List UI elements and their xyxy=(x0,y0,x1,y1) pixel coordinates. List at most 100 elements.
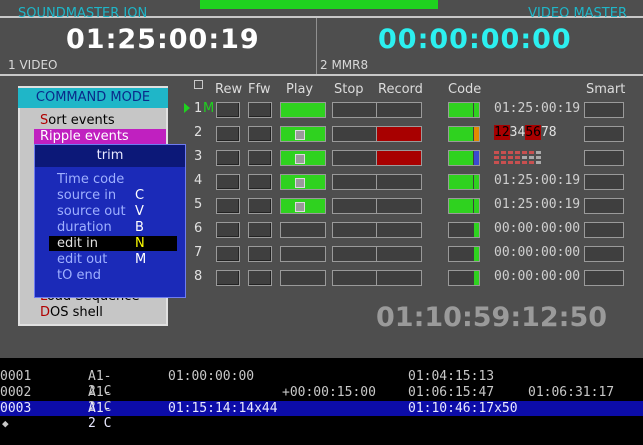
armed-arrow-icon xyxy=(184,103,190,113)
stop-button[interactable] xyxy=(332,222,378,238)
code-status xyxy=(474,103,479,117)
code-indicator xyxy=(448,126,480,142)
record-button[interactable] xyxy=(376,270,422,286)
stop-button[interactable] xyxy=(332,246,378,262)
play-indicator xyxy=(295,130,305,140)
smart-button[interactable] xyxy=(584,198,624,214)
smart-button[interactable] xyxy=(584,126,624,142)
track-number: 4 xyxy=(194,173,203,188)
stop-button[interactable] xyxy=(332,270,378,286)
rew-button[interactable] xyxy=(216,126,240,142)
edl-cell: +00:00:15:00 xyxy=(282,385,376,400)
stop-button[interactable] xyxy=(332,102,378,118)
ffw-button[interactable] xyxy=(248,174,272,190)
play-button[interactable] xyxy=(280,270,326,286)
ffw-button[interactable] xyxy=(248,150,272,166)
play-button[interactable] xyxy=(280,150,326,166)
smart-button[interactable] xyxy=(584,222,624,238)
main-panel: SOUNDMASTER ION VIDEO MASTER 01:25:00:19… xyxy=(0,0,643,358)
rew-button[interactable] xyxy=(216,270,240,286)
smart-button[interactable] xyxy=(584,270,624,286)
trim-item-to-end[interactable]: tO end xyxy=(57,268,177,283)
rew-button[interactable] xyxy=(216,174,240,190)
stop-button[interactable] xyxy=(332,198,378,214)
trim-item-edit-out[interactable]: edit out M xyxy=(57,252,177,267)
trim-item-duration[interactable]: duration B xyxy=(57,220,177,235)
track-number: 8 xyxy=(194,269,203,284)
trim-item-source-out[interactable]: source out V xyxy=(57,204,177,219)
trim-item-time-code[interactable]: Time code xyxy=(57,172,177,187)
rew-button[interactable] xyxy=(216,150,240,166)
code-fill xyxy=(449,151,473,165)
code-fill xyxy=(449,247,473,261)
play-button[interactable] xyxy=(280,222,326,238)
code-fill xyxy=(449,127,473,141)
app-title-right: VIDEO MASTER xyxy=(528,6,627,21)
stop-button[interactable] xyxy=(332,174,378,190)
menu-item-ripple-events[interactable]: Ripple events xyxy=(34,129,166,144)
play-button[interactable] xyxy=(280,174,326,190)
rew-button[interactable] xyxy=(216,222,240,238)
header-green-bar xyxy=(200,0,438,9)
smart-button[interactable] xyxy=(584,150,624,166)
col-code: Code xyxy=(448,82,482,97)
ffw-button[interactable] xyxy=(248,270,272,286)
code-status xyxy=(474,247,479,261)
rew-button[interactable] xyxy=(216,198,240,214)
code-indicator xyxy=(448,102,480,118)
ffw-button[interactable] xyxy=(248,246,272,262)
stop-button[interactable] xyxy=(332,126,378,142)
menu-label: ort events xyxy=(48,113,115,128)
play-button[interactable] xyxy=(280,198,326,214)
record-button[interactable] xyxy=(376,222,422,238)
record-button[interactable] xyxy=(376,102,422,118)
track-marker: M xyxy=(203,101,215,116)
menu-label: ipple events xyxy=(49,129,129,144)
record-button[interactable] xyxy=(376,198,422,214)
record-button[interactable] xyxy=(376,126,422,142)
code-indicator xyxy=(448,174,480,190)
play-button[interactable] xyxy=(280,126,326,142)
row-timecode: 00:00:00:00 xyxy=(494,221,581,236)
right-panel-label: 2 MMR8 xyxy=(320,58,369,72)
select-all-box[interactable] xyxy=(194,80,203,89)
code-indicator xyxy=(448,222,480,238)
smart-button[interactable] xyxy=(584,174,624,190)
code-fill xyxy=(449,175,473,189)
rew-button[interactable] xyxy=(216,102,240,118)
trim-title: trim xyxy=(35,145,185,167)
edl-cell: 01:00:00:00 xyxy=(168,369,255,384)
trim-label: duration xyxy=(57,220,112,235)
trim-item-source-in[interactable]: source in C xyxy=(57,188,177,203)
ffw-button[interactable] xyxy=(248,126,272,142)
col-ffw: Ffw xyxy=(248,82,271,97)
trim-item-edit-in[interactable]: edit in N xyxy=(49,236,177,251)
smart-button[interactable] xyxy=(584,102,624,118)
ffw-button[interactable] xyxy=(248,198,272,214)
smart-button[interactable] xyxy=(584,246,624,262)
edl-cell: A1-2 C xyxy=(88,401,112,431)
code-fill xyxy=(449,271,473,285)
left-panel-label: 1 VIDEO xyxy=(8,58,58,72)
level-meter-svg xyxy=(494,151,541,164)
play-button[interactable] xyxy=(280,246,326,262)
play-button[interactable] xyxy=(280,102,326,118)
edl-cell: 0003 xyxy=(0,401,32,416)
edl-cell: 0001 xyxy=(0,369,32,384)
rew-button[interactable] xyxy=(216,246,240,262)
row-timecode: 00:00:00:00 xyxy=(494,245,581,260)
row-timecode: 01:25:00:19 xyxy=(494,101,581,116)
right-timecode: 00:00:00:00 xyxy=(378,24,572,55)
record-button[interactable] xyxy=(376,150,422,166)
track-digit: 2 xyxy=(501,125,510,140)
ffw-button[interactable] xyxy=(248,102,272,118)
code-indicator xyxy=(448,270,480,286)
menu-item-dos-shell[interactable]: DOS shell xyxy=(40,305,103,320)
ffw-button[interactable] xyxy=(248,222,272,238)
menu-item-sort-events[interactable]: Sort events xyxy=(40,113,115,128)
command-prompt[interactable]: ◆ xyxy=(2,417,9,430)
hotkey: R xyxy=(40,129,50,144)
stop-button[interactable] xyxy=(332,150,378,166)
record-button[interactable] xyxy=(376,174,422,190)
record-button[interactable] xyxy=(376,246,422,262)
